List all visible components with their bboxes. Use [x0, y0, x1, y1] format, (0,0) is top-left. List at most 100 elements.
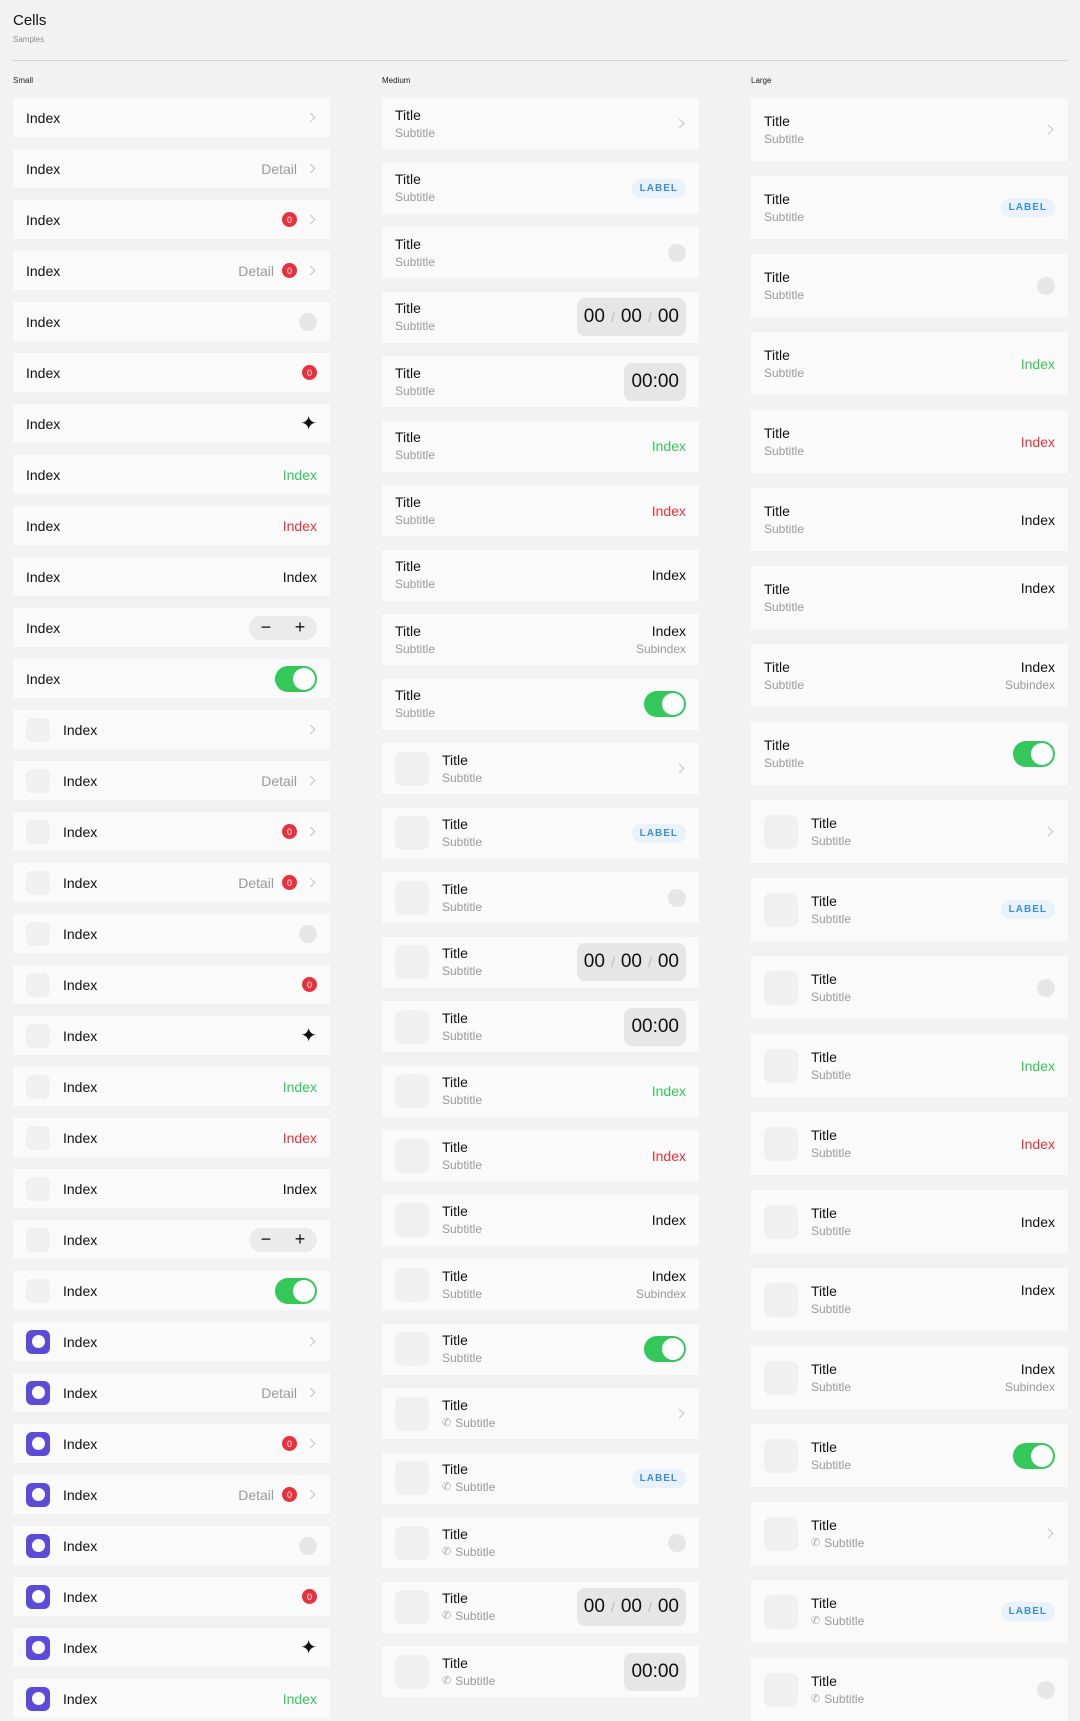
cell-large[interactable]: Title Subtitle	[751, 956, 1068, 1019]
cell-small[interactable]: Index	[13, 710, 330, 749]
cell-small[interactable]: Index Detail	[13, 149, 330, 188]
cell-large[interactable]: Title ✆ Subtitle	[751, 1502, 1068, 1565]
cell-medium[interactable]: Title ✆ Subtitle	[382, 1388, 699, 1439]
cell-medium[interactable]: Title Subtitle 00:00	[382, 356, 699, 407]
cell-medium[interactable]: Title ✆ Subtitle LABEL	[382, 1452, 699, 1504]
cell-small[interactable]: Index Index	[13, 455, 330, 494]
sparkle-icon[interactable]: ✦	[300, 414, 317, 434]
cell-small[interactable]: Index Detail 0	[13, 251, 330, 290]
cell-small[interactable]: Index Index	[13, 1067, 330, 1106]
cell-small[interactable]: Index − +	[13, 608, 330, 647]
cell-medium[interactable]: Title Subtitle Index Subindex	[382, 1259, 699, 1310]
cell-small[interactable]: Index 0	[13, 1424, 330, 1463]
cell-small[interactable]: Index Index	[13, 1169, 330, 1208]
radio-button[interactable]	[1037, 978, 1055, 997]
cell-small[interactable]: Index Detail 0	[13, 863, 330, 902]
cell-small[interactable]: Index 0	[13, 200, 330, 239]
toggle-switch[interactable]	[1013, 740, 1055, 767]
radio-button[interactable]	[668, 243, 686, 262]
cell-small[interactable]: Index Detail	[13, 1373, 330, 1412]
cell-small[interactable]: Index Index	[13, 1679, 330, 1718]
cell-medium[interactable]: Title Subtitle Index	[382, 549, 699, 601]
cell-medium[interactable]: Title ✆ Subtitle	[382, 1517, 699, 1568]
cell-medium[interactable]: Title Subtitle 00 / 00 / 00	[382, 291, 699, 343]
cell-small[interactable]: Index	[13, 1526, 330, 1565]
cell-large[interactable]: Title Subtitle Index	[751, 410, 1068, 473]
cell-medium[interactable]: Title Subtitle	[382, 872, 699, 923]
radio-button[interactable]	[1037, 276, 1055, 295]
cell-large[interactable]: Title Subtitle Index	[751, 1190, 1068, 1253]
cell-medium[interactable]: Title ✆ Subtitle 00:00	[382, 1646, 699, 1697]
cell-large[interactable]: Title Subtitle Index	[751, 332, 1068, 395]
cell-small[interactable]: Index	[13, 1271, 330, 1310]
cell-small[interactable]: Index Index	[13, 506, 330, 545]
cell-medium[interactable]: Title Subtitle LABEL	[382, 807, 699, 859]
cell-small[interactable]: Index Index	[13, 1118, 330, 1157]
cell-medium[interactable]: Title Subtitle Index	[382, 1065, 699, 1117]
decrement-button[interactable]: −	[261, 1229, 272, 1250]
cell-large[interactable]: Title Subtitle	[751, 98, 1068, 161]
cell-small[interactable]: Index ✦	[13, 1628, 330, 1667]
cell-large[interactable]: Title Subtitle Index	[751, 1268, 1068, 1331]
cell-small[interactable]: Index 0	[13, 1577, 330, 1616]
radio-button[interactable]	[299, 1536, 317, 1555]
radio-button[interactable]	[299, 312, 317, 331]
sparkle-icon[interactable]: ✦	[300, 1638, 317, 1658]
cell-large[interactable]: Title Subtitle Index	[751, 1034, 1068, 1097]
cell-small[interactable]: Index	[13, 659, 330, 698]
cell-small[interactable]: Index	[13, 302, 330, 341]
cell-large[interactable]: Title ✆ Subtitle LABEL	[751, 1580, 1068, 1643]
toggle-switch[interactable]	[644, 691, 686, 717]
cell-large[interactable]: Title Subtitle Index Subindex	[751, 644, 1068, 707]
radio-button[interactable]	[299, 924, 317, 943]
cell-medium[interactable]: Title Subtitle 00:00	[382, 1001, 699, 1052]
cell-small[interactable]: Index	[13, 1322, 330, 1361]
cell-large[interactable]: Title Subtitle LABEL	[751, 176, 1068, 239]
cell-large[interactable]: Title Subtitle LABEL	[751, 878, 1068, 941]
cell-medium[interactable]: Title Subtitle Index Subindex	[382, 614, 699, 665]
cell-small[interactable]: Index 0	[13, 965, 330, 1004]
radio-button[interactable]	[1037, 1680, 1055, 1699]
decrement-button[interactable]: −	[261, 617, 272, 638]
cell-small[interactable]: Index 0	[13, 812, 330, 851]
cell-medium[interactable]: Title Subtitle Index	[382, 1194, 699, 1246]
cell-large[interactable]: Title Subtitle	[751, 254, 1068, 317]
cell-large[interactable]: Title Subtitle	[751, 1424, 1068, 1487]
cell-medium[interactable]: Title Subtitle	[382, 743, 699, 794]
radio-button[interactable]	[668, 888, 686, 907]
cell-medium[interactable]: Title Subtitle	[382, 227, 699, 278]
cell-small[interactable]: Index − +	[13, 1220, 330, 1259]
cell-medium[interactable]: Title Subtitle LABEL	[382, 162, 699, 214]
cell-small[interactable]: Index Index	[13, 557, 330, 596]
cell-medium[interactable]: Title Subtitle Index	[382, 1130, 699, 1181]
increment-button[interactable]: +	[295, 1229, 306, 1250]
cell-large[interactable]: Title Subtitle Index Subindex	[751, 1346, 1068, 1409]
cell-medium[interactable]: Title Subtitle Index	[382, 420, 699, 472]
toggle-switch[interactable]	[275, 665, 317, 692]
cell-small[interactable]: Index ✦	[13, 404, 330, 443]
cell-large[interactable]: Title Subtitle	[751, 722, 1068, 785]
cell-small[interactable]: Index Detail	[13, 761, 330, 800]
cell-large[interactable]: Title Subtitle Index	[751, 488, 1068, 551]
sparkle-icon[interactable]: ✦	[300, 1026, 317, 1046]
toggle-switch[interactable]	[644, 1336, 686, 1362]
cell-medium[interactable]: Title ✆ Subtitle 00 / 00 / 00	[382, 1581, 699, 1633]
cell-large[interactable]: Title Subtitle Index	[751, 1112, 1068, 1175]
radio-button[interactable]	[668, 1533, 686, 1552]
cell-small[interactable]: Index Detail 0	[13, 1475, 330, 1514]
cell-large[interactable]: Title ✆ Subtitle	[751, 1658, 1068, 1721]
toggle-switch[interactable]	[275, 1277, 317, 1304]
cell-small[interactable]: Index 0	[13, 353, 330, 392]
cell-medium[interactable]: Title Subtitle	[382, 1323, 699, 1375]
cell-small[interactable]: Index ✦	[13, 1016, 330, 1055]
cell-medium[interactable]: Title Subtitle	[382, 678, 699, 730]
cell-medium[interactable]: Title Subtitle 00 / 00 / 00	[382, 936, 699, 988]
cell-small[interactable]: Index	[13, 98, 330, 137]
cell-medium[interactable]: Title Subtitle	[382, 98, 699, 149]
cell-small[interactable]: Index	[13, 914, 330, 953]
cell-large[interactable]: Title Subtitle Index	[751, 566, 1068, 629]
toggle-switch[interactable]	[1013, 1442, 1055, 1469]
increment-button[interactable]: +	[295, 617, 306, 638]
cell-medium[interactable]: Title Subtitle Index	[382, 485, 699, 536]
cell-large[interactable]: Title Subtitle	[751, 800, 1068, 863]
